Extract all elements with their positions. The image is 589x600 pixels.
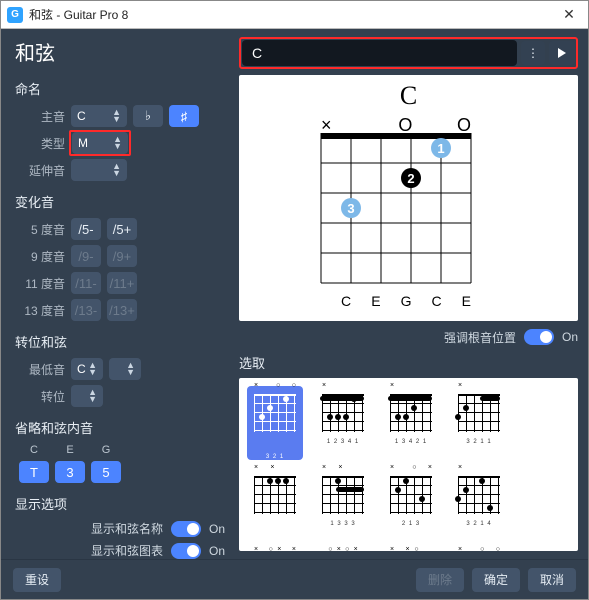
ok-button[interactable]: 确定 (472, 568, 520, 592)
cancel-button[interactable]: 取消 (528, 568, 576, 592)
play-icon[interactable] (549, 41, 575, 65)
svg-text:2: 2 (407, 171, 414, 186)
emphasize-root-label: 强调根音位置 (444, 329, 516, 346)
show-chart-toggle[interactable] (171, 543, 201, 559)
voicing-item[interactable]: × 1 2 3 4 1 (315, 386, 371, 460)
select-heading: 选取 (239, 353, 578, 372)
svg-text:3: 3 (347, 201, 354, 216)
voicing-item[interactable]: × × (247, 468, 303, 542)
inversion-label: 转位 (15, 388, 65, 405)
voicing-item[interactable]: × × 1 3 3 3 (315, 468, 371, 542)
show-name-label: 显示和弦名称 (91, 520, 163, 537)
omit-c-label: C (19, 444, 49, 456)
deg11-plus: /11+ (107, 272, 137, 294)
chord-name-input[interactable] (242, 40, 517, 66)
section-inversion: 转位和弦 (15, 332, 225, 351)
deg13-plus: /13+ (107, 299, 137, 321)
deg9-minus: /9- (71, 245, 101, 267)
voicing-item[interactable]: × ○ ×2 1 3 (383, 468, 439, 542)
bass-acc-select[interactable]: ▲▼ (109, 358, 141, 380)
emphasize-root-toggle[interactable] (524, 329, 554, 345)
ext-label: 延伸音 (15, 162, 65, 179)
root-label: 主音 (15, 108, 65, 125)
panel-heading: 和弦 (15, 37, 225, 66)
omit-t[interactable]: T (19, 461, 49, 483)
bass-select[interactable]: C▲▼ (71, 358, 103, 380)
voicing-item[interactable]: × ×○ (383, 550, 439, 551)
close-icon[interactable]: ✕ (556, 6, 582, 23)
voicing-item[interactable]: × 3 2 1 1 (451, 386, 507, 460)
svg-text:1: 1 (437, 141, 444, 156)
deg11-label: 11 度音 (15, 275, 65, 292)
delete-button: 删除 (416, 568, 464, 592)
section-omit: 省略和弦内音 (15, 418, 225, 437)
section-naming: 命名 (15, 79, 225, 98)
deg11-minus: /11- (71, 272, 101, 294)
chord-big-name: C (239, 81, 578, 111)
note-row: CE GCE (321, 293, 471, 309)
deg5-plus[interactable]: /5+ (107, 218, 137, 240)
section-alt: 变化音 (15, 192, 225, 211)
menu-icon[interactable]: ⋮ (521, 41, 545, 65)
sharp-button[interactable]: ♯ (169, 105, 199, 127)
app-icon: G (7, 7, 23, 23)
chord-diagram: C × OO 1 2 3 (239, 75, 578, 321)
deg13-label: 13 度音 (15, 302, 65, 319)
reset-button[interactable]: 重设 (13, 568, 61, 592)
voicing-item[interactable]: × 1 3 4 2 1 (383, 386, 439, 460)
root-select[interactable]: C▲▼ (71, 105, 127, 127)
omit-g-label: G (91, 444, 121, 456)
voicing-item[interactable]: × ○ ○3 2 1 (247, 386, 303, 460)
type-select[interactable]: M▲▼ (72, 132, 128, 154)
type-label: 类型 (15, 135, 65, 152)
flat-button[interactable]: ♭ (133, 105, 163, 127)
bass-label: 最低音 (15, 361, 65, 378)
deg9-plus: /9+ (107, 245, 137, 267)
ext-select[interactable]: ▲▼ (71, 159, 127, 181)
section-display: 显示选项 (15, 494, 225, 513)
voicing-item[interactable]: × ○× × (247, 550, 303, 551)
voicing-grid[interactable]: × ○ ○3 2 1× 1 2 3 4 1× 1 3 4 2 1× 3 2 1 … (239, 378, 578, 551)
omit-3[interactable]: 3 (55, 461, 85, 483)
inversion-select[interactable]: ▲▼ (71, 385, 103, 407)
deg5-minus[interactable]: /5- (71, 218, 101, 240)
show-chart-label: 显示和弦图表 (91, 542, 163, 559)
deg13-minus: /13- (71, 299, 101, 321)
deg9-label: 9 度音 (15, 248, 65, 265)
show-name-toggle[interactable] (171, 521, 201, 537)
omit-e-label: E (55, 444, 85, 456)
voicing-item[interactable]: ○×○× (315, 550, 371, 551)
voicing-item[interactable]: × 3 2 1 4 (451, 468, 507, 542)
voicing-item[interactable]: × ○ ○ (451, 550, 507, 551)
window-title: 和弦 - Guitar Pro 8 (29, 6, 128, 23)
deg5-label: 5 度音 (15, 221, 65, 238)
omit-5[interactable]: 5 (91, 461, 121, 483)
